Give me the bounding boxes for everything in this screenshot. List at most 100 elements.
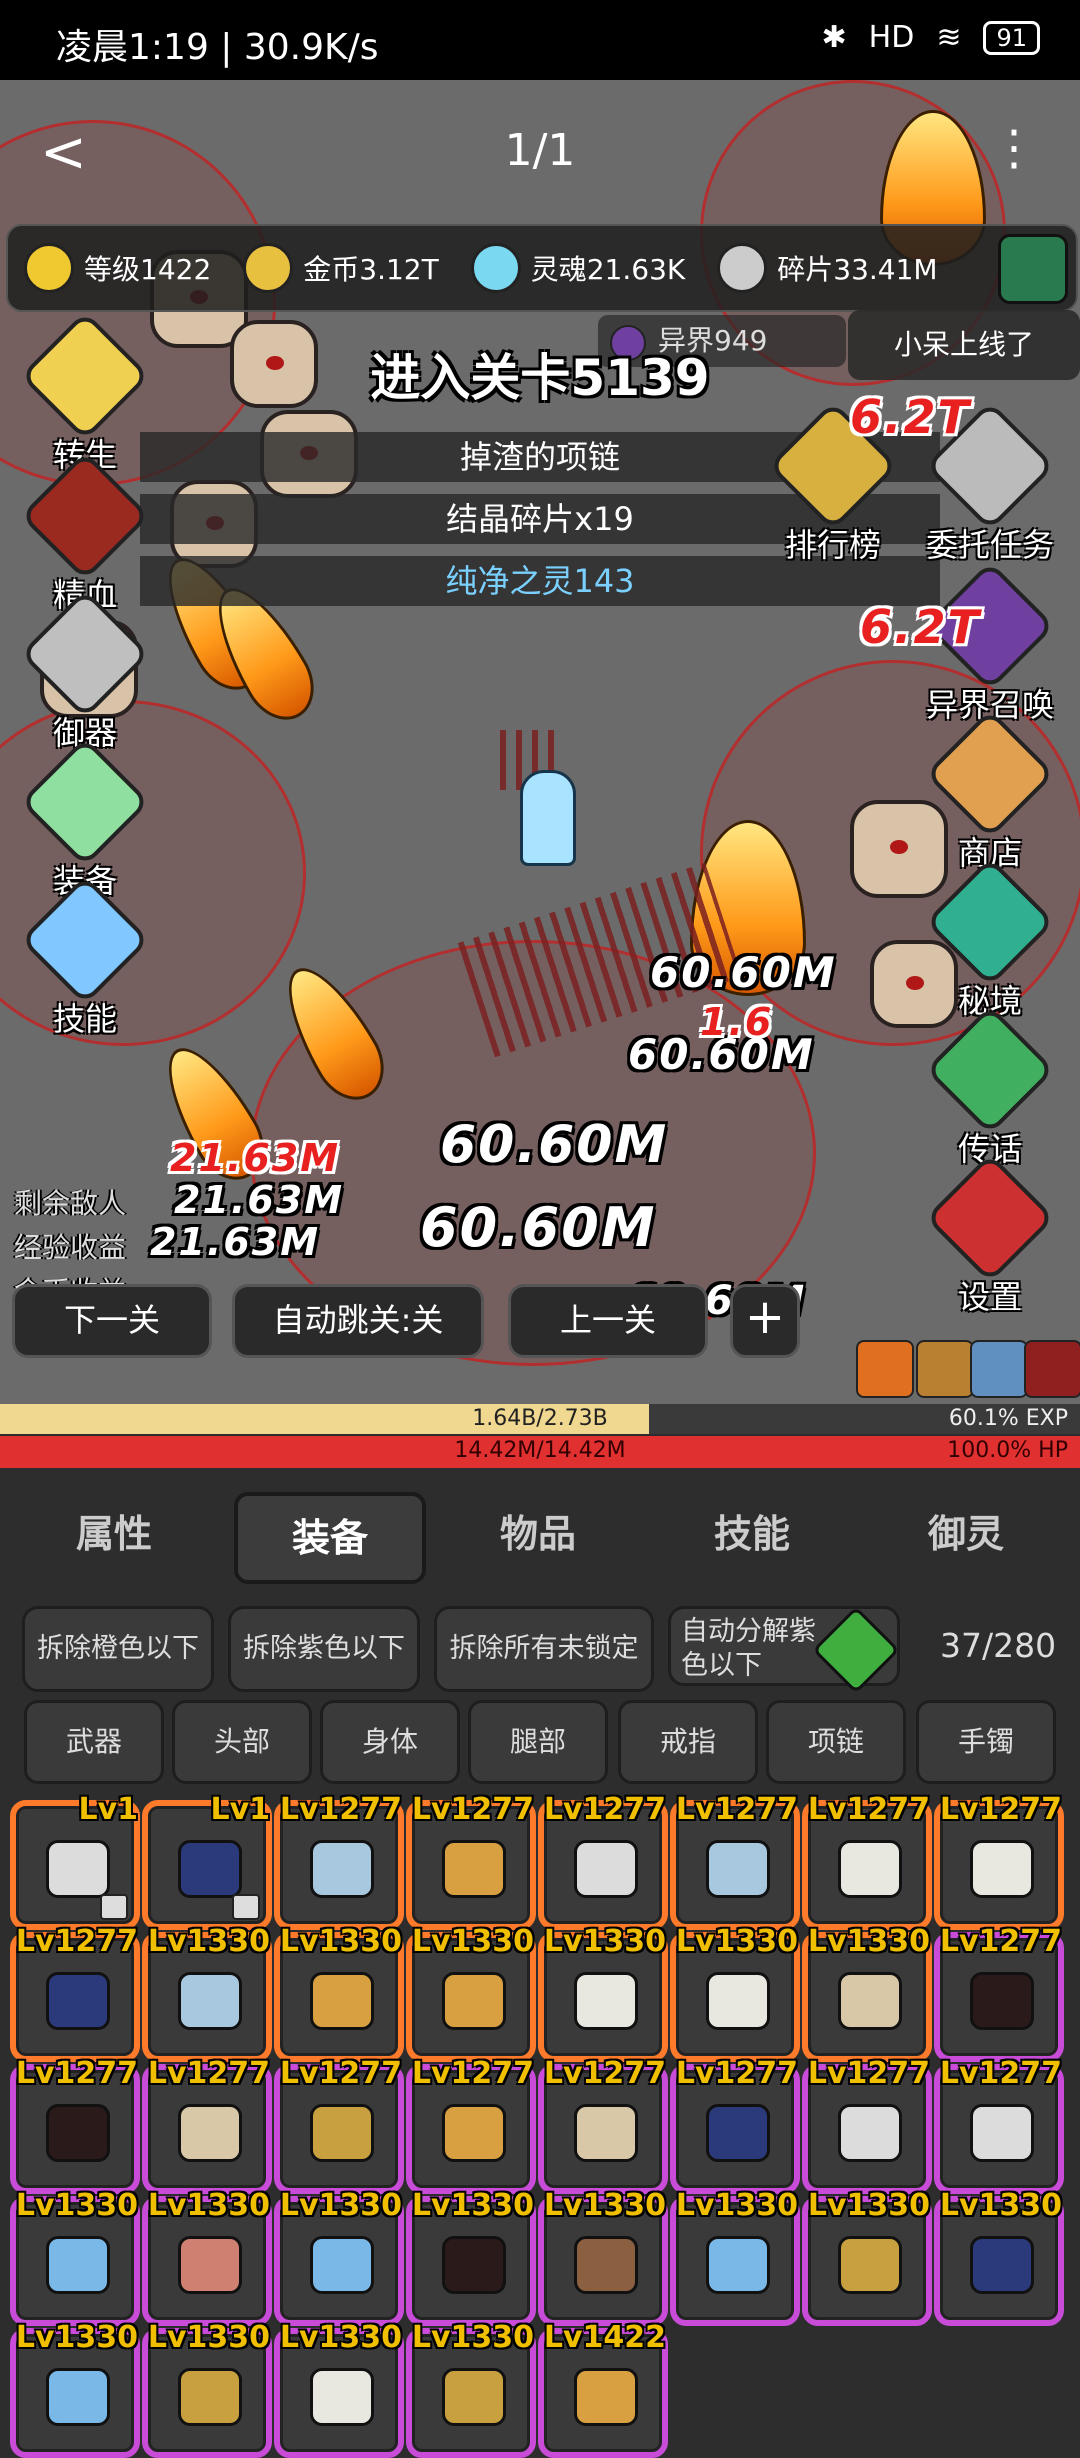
lock-icon bbox=[232, 1894, 260, 1920]
inventory-slot[interactable]: Lv1277 bbox=[538, 1792, 668, 1930]
item-level: Lv1277 bbox=[939, 2056, 1062, 2091]
damage-number: 60.60M bbox=[420, 1196, 657, 1259]
realm-button[interactable]: 秘境 bbox=[924, 856, 1056, 1020]
inventory-slot[interactable]: Lv1277 bbox=[934, 1924, 1064, 2062]
inventory-slot[interactable]: Lv1330 bbox=[406, 2320, 536, 2458]
soul-icon bbox=[470, 243, 521, 293]
inventory-slot[interactable]: Lv1330 bbox=[934, 2188, 1064, 2326]
item-level: Lv1277 bbox=[279, 1792, 402, 1827]
inventory-slot[interactable]: Lv1330 bbox=[802, 2188, 932, 2326]
inventory-slot[interactable]: Lv1330 bbox=[538, 1924, 668, 2062]
arrow-skill-icon[interactable] bbox=[1024, 1340, 1080, 1398]
inventory-slot[interactable]: Lv1277 bbox=[670, 2056, 800, 2194]
hat-icon bbox=[310, 2368, 374, 2426]
damage-number: 1.6 bbox=[700, 1000, 774, 1044]
inventory-slot[interactable]: Lv1330 bbox=[142, 2320, 272, 2458]
tab-items[interactable]: 物品 bbox=[446, 1492, 630, 1576]
tab-skills[interactable]: 技能 bbox=[660, 1492, 844, 1576]
inventory-slot[interactable]: Lv1330 bbox=[274, 1924, 404, 2062]
coin-icon bbox=[243, 243, 294, 293]
inventory-slot[interactable]: Lv1 bbox=[10, 1792, 140, 1930]
next-level-button[interactable]: 下一关 bbox=[12, 1284, 212, 1358]
inventory-slot[interactable]: Lv1422 bbox=[538, 2320, 668, 2458]
rebirth-button[interactable]: 转生 bbox=[19, 310, 151, 474]
inventory-slot[interactable]: Lv1277 bbox=[670, 1792, 800, 1930]
tab-spirits[interactable]: 御灵 bbox=[874, 1492, 1058, 1576]
dismantle-below-orange-button[interactable]: 拆除橙色以下 bbox=[22, 1606, 214, 1692]
inventory-slot[interactable]: Lv1330 bbox=[670, 2188, 800, 2326]
inventory-slot[interactable]: Lv1330 bbox=[10, 2188, 140, 2326]
artifact-button[interactable]: 御器 bbox=[19, 588, 151, 752]
chest-icon bbox=[574, 2104, 638, 2162]
tab-attributes[interactable]: 属性 bbox=[22, 1492, 206, 1576]
bracelet-icon bbox=[46, 2236, 110, 2294]
inventory-slot[interactable]: Lv1277 bbox=[934, 1792, 1064, 1930]
inventory-slot[interactable]: Lv1277 bbox=[274, 2056, 404, 2194]
auto-skip-toggle[interactable]: 自动跳关:关 bbox=[232, 1284, 484, 1358]
sword-icon bbox=[970, 2104, 1034, 2162]
dismantle-below-purple-button[interactable]: 拆除紫色以下 bbox=[228, 1606, 420, 1692]
tab-equipment[interactable]: 装备 bbox=[234, 1492, 426, 1584]
filter-legs[interactable]: 腿部 bbox=[468, 1700, 608, 1784]
ice-skill-icon[interactable] bbox=[970, 1340, 1028, 1398]
damage-number: 60.60M bbox=[650, 948, 837, 997]
fire-skill-icon[interactable] bbox=[856, 1340, 914, 1398]
boots-icon bbox=[46, 1972, 110, 2030]
inventory-slot[interactable]: Lv1277 bbox=[802, 1792, 932, 1930]
leaf-icon[interactable] bbox=[998, 234, 1068, 304]
item-level: Lv1277 bbox=[675, 2056, 798, 2091]
item-level: Lv1277 bbox=[543, 1792, 666, 1827]
item-level: Lv1277 bbox=[675, 1792, 798, 1827]
crown-icon bbox=[24, 243, 74, 293]
filter-bracelet[interactable]: 手镯 bbox=[916, 1700, 1056, 1784]
shop-button[interactable]: 商店 bbox=[924, 708, 1056, 872]
broadcast-button[interactable]: 传话 bbox=[924, 1004, 1056, 1168]
more-menu-button[interactable]: ⋮ bbox=[990, 120, 1038, 176]
helmet-icon bbox=[442, 1840, 506, 1898]
damage-number: 21.63M bbox=[150, 1220, 321, 1264]
inventory-slot[interactable]: Lv1 bbox=[142, 1792, 272, 1930]
inventory-slot[interactable]: Lv1277 bbox=[406, 1792, 536, 1930]
filter-body[interactable]: 身体 bbox=[320, 1700, 460, 1784]
dismantle-unlocked-button[interactable]: 拆除所有未锁定 bbox=[434, 1606, 654, 1692]
inventory-slot[interactable]: Lv1277 bbox=[934, 2056, 1064, 2194]
inventory-slot[interactable]: Lv1330 bbox=[142, 1924, 272, 2062]
filter-head[interactable]: 头部 bbox=[172, 1700, 312, 1784]
earth-skill-icon[interactable] bbox=[916, 1340, 974, 1398]
inventory-slot[interactable]: Lv1330 bbox=[274, 2188, 404, 2326]
item-level: Lv1330 bbox=[15, 2188, 138, 2223]
filter-weapon[interactable]: 武器 bbox=[24, 1700, 164, 1784]
inventory-slot[interactable]: Lv1330 bbox=[274, 2320, 404, 2458]
settings-button[interactable]: 设置 bbox=[924, 1152, 1056, 1316]
inventory-slot[interactable]: Lv1277 bbox=[406, 2056, 536, 2194]
inventory-slot[interactable]: Lv1330 bbox=[802, 1924, 932, 2062]
inventory-slot[interactable]: Lv1277 bbox=[538, 2056, 668, 2194]
sword-icon bbox=[46, 1840, 110, 1898]
inventory-slot[interactable]: Lv1330 bbox=[538, 2188, 668, 2326]
chest-icon bbox=[838, 1972, 902, 2030]
auto-dismantle-toggle[interactable]: 自动分解紫色以下 bbox=[668, 1606, 900, 1694]
inventory-slot[interactable]: Lv1330 bbox=[406, 1924, 536, 2062]
damage-number: 6.2T bbox=[860, 600, 981, 654]
inventory-slot[interactable]: Lv1277 bbox=[142, 2056, 272, 2194]
filter-necklace[interactable]: 项链 bbox=[766, 1700, 906, 1784]
inventory-slot[interactable]: Lv1330 bbox=[142, 2188, 272, 2326]
filter-ring[interactable]: 戒指 bbox=[618, 1700, 758, 1784]
inventory-slot[interactable]: Lv1330 bbox=[670, 1924, 800, 2062]
blood-button[interactable]: 精血 bbox=[19, 450, 151, 614]
resource-soul: 灵魂21.63K bbox=[470, 243, 685, 293]
prev-level-button[interactable]: 上一关 bbox=[508, 1284, 708, 1358]
inventory-slot[interactable]: Lv1277 bbox=[10, 1924, 140, 2062]
item-level: Lv1277 bbox=[15, 2056, 138, 2091]
add-button[interactable]: + bbox=[730, 1284, 800, 1358]
battery-icon: 91 bbox=[983, 20, 1040, 55]
inventory-slot[interactable]: Lv1277 bbox=[10, 2056, 140, 2194]
inventory-slot[interactable]: Lv1330 bbox=[10, 2320, 140, 2458]
skills-button[interactable]: 技能 bbox=[19, 874, 151, 1038]
equipment-button[interactable]: 装备 bbox=[19, 736, 151, 900]
item-level: Lv1330 bbox=[279, 1924, 402, 1959]
cross-icon bbox=[19, 310, 151, 442]
inventory-slot[interactable]: Lv1277 bbox=[802, 2056, 932, 2194]
inventory-slot[interactable]: Lv1277 bbox=[274, 1792, 404, 1930]
inventory-slot[interactable]: Lv1330 bbox=[406, 2188, 536, 2326]
